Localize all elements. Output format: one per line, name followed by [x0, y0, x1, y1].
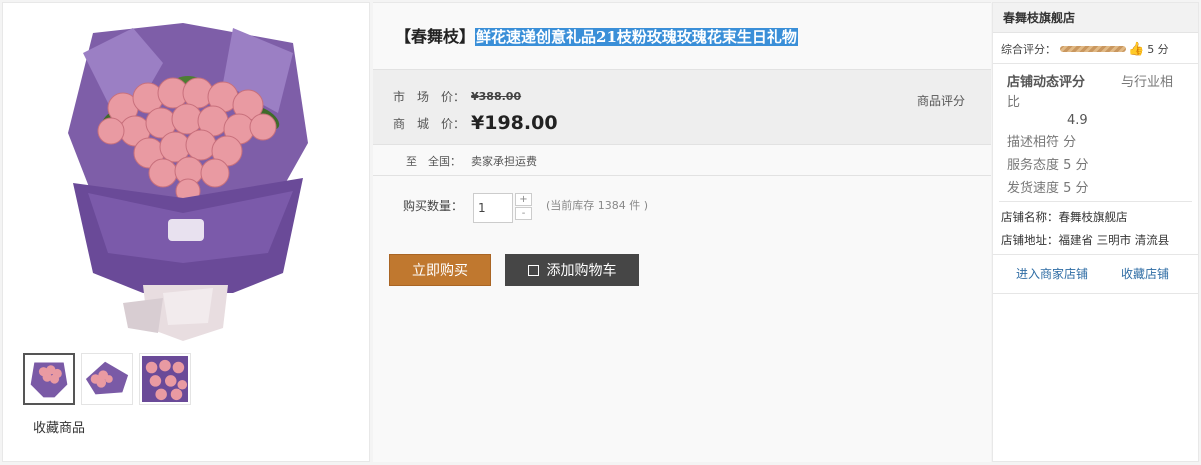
buy-now-label: 立即购买	[412, 263, 468, 279]
product-gallery: 收藏商品	[2, 2, 370, 462]
divider	[993, 63, 1198, 64]
market-price-row: 市 场 价： ¥388.00	[393, 88, 521, 105]
add-to-cart-label: 添加购物车	[546, 263, 617, 279]
mall-price-label: 商 城 价：	[393, 116, 466, 131]
industry-compare-label: 与行业相	[1121, 75, 1174, 90]
thumbnail-1[interactable]	[23, 353, 75, 405]
product-info: 【春舞枝】鲜花速递创意礼品21枝粉玫瑰玫瑰花束生日礼物 市 场 价： ¥388.…	[373, 2, 991, 462]
quantity-input[interactable]	[473, 193, 513, 223]
divider	[999, 201, 1192, 202]
thumbnail-2[interactable]	[81, 353, 133, 405]
store-name: 店铺名称：春舞枝旗舰店	[1001, 210, 1128, 224]
shipping-row: 至 全国： 卖家承担运费	[406, 153, 537, 169]
industry-compare-label-cont: 比	[1007, 95, 1021, 110]
market-price: ¥388.00	[471, 90, 522, 103]
metric-service-attitude: 服务态度 5 分	[1007, 158, 1089, 173]
score-value: 4.9	[1067, 113, 1088, 128]
thumbnail-strip	[23, 353, 191, 405]
shipping-text: 卖家承担运费	[471, 155, 537, 168]
quantity-row: 购买数量： + - (当前库存 1384 件 )	[403, 193, 648, 223]
divider	[373, 175, 991, 176]
favorite-product-link[interactable]: 收藏商品	[33, 417, 85, 436]
shipping-label: 至 全国：	[406, 155, 461, 168]
main-product-image	[63, 23, 313, 343]
add-to-cart-button[interactable]: 添加购物车	[505, 254, 639, 286]
divider	[993, 293, 1198, 294]
cart-icon	[527, 264, 539, 276]
price-box: 市 场 价： ¥388.00 商 城 价： ¥198.00 商品评分	[373, 69, 991, 145]
overall-rating-label: 综合评分：	[1001, 43, 1056, 56]
quantity-decrease-button[interactable]: -	[515, 207, 532, 220]
product-rating-label: 商品评分	[916, 94, 965, 108]
buy-now-button[interactable]: 立即购买	[389, 254, 491, 286]
thumbnail-3[interactable]	[139, 353, 191, 405]
store-header: 春舞枝旗舰店	[993, 3, 1198, 33]
dynamic-rating-title: 店铺动态评分	[1007, 75, 1086, 90]
quantity-stepper: + -	[515, 193, 532, 220]
stock-text: (当前库存 1384 件 )	[546, 199, 649, 212]
quantity-label: 购买数量：	[403, 199, 464, 213]
product-title: 【春舞枝】鲜花速递创意礼品21枝粉玫瑰玫瑰花束生日礼物	[395, 23, 798, 47]
divider	[993, 254, 1198, 255]
metric-shipping-speed: 发货速度 5 分	[1007, 181, 1089, 196]
title-main: 鲜花速递创意礼品21枝粉玫瑰玫瑰花束生日礼物	[475, 28, 798, 46]
overall-score: 5 分	[1147, 43, 1169, 56]
title-prefix: 【春舞枝】	[395, 27, 476, 46]
quantity-increase-button[interactable]: +	[515, 193, 532, 206]
enter-store-link[interactable]: 进入商家店铺	[1016, 265, 1088, 282]
market-price-label: 市 场 价：	[393, 90, 466, 104]
mall-price-row: 商 城 价： ¥198.00	[393, 112, 558, 134]
overall-rating-row: 综合评分： 👍 5 分	[1001, 41, 1169, 57]
thumbs-up-icon: 👍	[1128, 41, 1145, 57]
metric-description-match: 描述相符 分	[1007, 135, 1077, 150]
follow-store-link[interactable]: 收藏店铺	[1121, 265, 1169, 282]
rating-bar	[1060, 46, 1126, 52]
store-panel: 春舞枝旗舰店 综合评分： 👍 5 分 店铺动态评分 与行业相 比 4.9 描述相…	[992, 2, 1199, 462]
store-address: 店铺地址：福建省 三明市 清流县	[1001, 233, 1170, 247]
mall-price: ¥198.00	[471, 112, 558, 134]
